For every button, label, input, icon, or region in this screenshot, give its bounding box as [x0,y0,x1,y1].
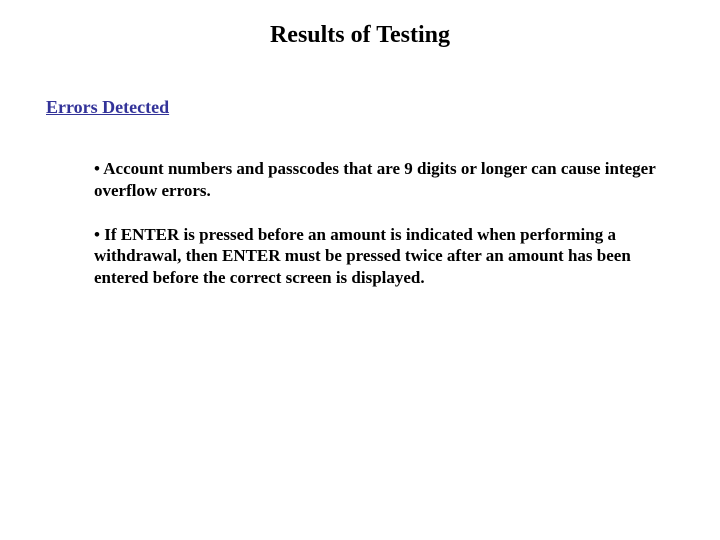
section-subtitle: Errors Detected [46,97,720,118]
bullet-list: • Account numbers and passcodes that are… [94,158,660,289]
slide-container: Results of Testing Errors Detected • Acc… [0,0,720,540]
list-item: • Account numbers and passcodes that are… [94,158,660,202]
list-item: • If ENTER is pressed before an amount i… [94,224,660,289]
slide-title: Results of Testing [0,22,720,49]
